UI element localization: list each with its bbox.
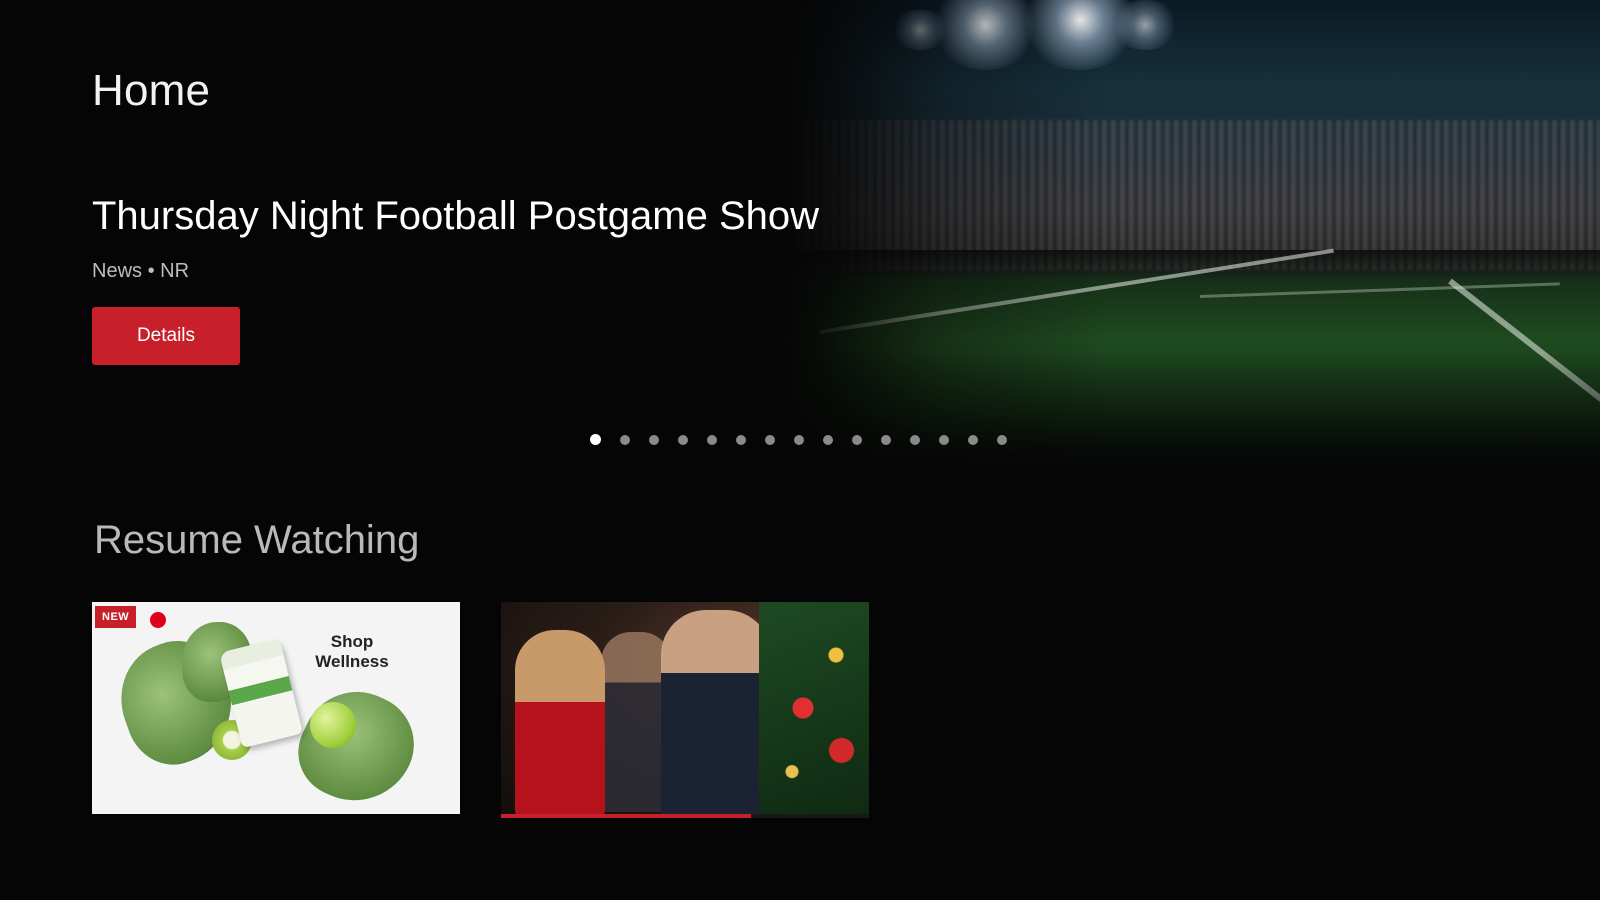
carousel-dot[interactable] [707, 434, 717, 445]
carousel-dot[interactable] [939, 434, 949, 445]
carousel-dot[interactable] [794, 434, 804, 445]
hero-meta: News • NR [92, 260, 190, 282]
details-button[interactable]: Details [92, 307, 240, 365]
carousel-dot[interactable] [852, 434, 862, 445]
hero-gradient-overlay [780, 0, 1600, 470]
new-badge: NEW [95, 606, 137, 628]
page-title: Home [92, 66, 211, 115]
home-screen: Home Thursday Night Football Postgame Sh… [0, 0, 1600, 900]
carousel-dot[interactable] [823, 434, 833, 445]
resume-card[interactable]: NEW Shop Wellness [92, 602, 460, 814]
card-image-text: Shop Wellness [315, 632, 389, 671]
carousel-dot[interactable] [765, 434, 775, 445]
carousel-dot[interactable] [997, 434, 1007, 445]
carousel-dot[interactable] [590, 434, 601, 445]
resume-watching-title: Resume Watching [94, 518, 420, 562]
carousel-dot[interactable] [910, 434, 920, 445]
carousel-pager [590, 434, 1007, 445]
carousel-dot[interactable] [620, 434, 630, 445]
hero-title: Thursday Night Football Postgame Show [92, 194, 820, 238]
resume-card[interactable] [501, 602, 869, 814]
card-thumbnail [501, 602, 869, 814]
live-indicator-icon [150, 612, 166, 628]
resume-progress-bar [501, 814, 869, 818]
carousel-dot[interactable] [649, 434, 659, 445]
carousel-dot[interactable] [881, 434, 891, 445]
carousel-dot[interactable] [736, 434, 746, 445]
resume-progress-fill [501, 814, 752, 818]
carousel-dot[interactable] [678, 434, 688, 445]
carousel-dot[interactable] [968, 434, 978, 445]
